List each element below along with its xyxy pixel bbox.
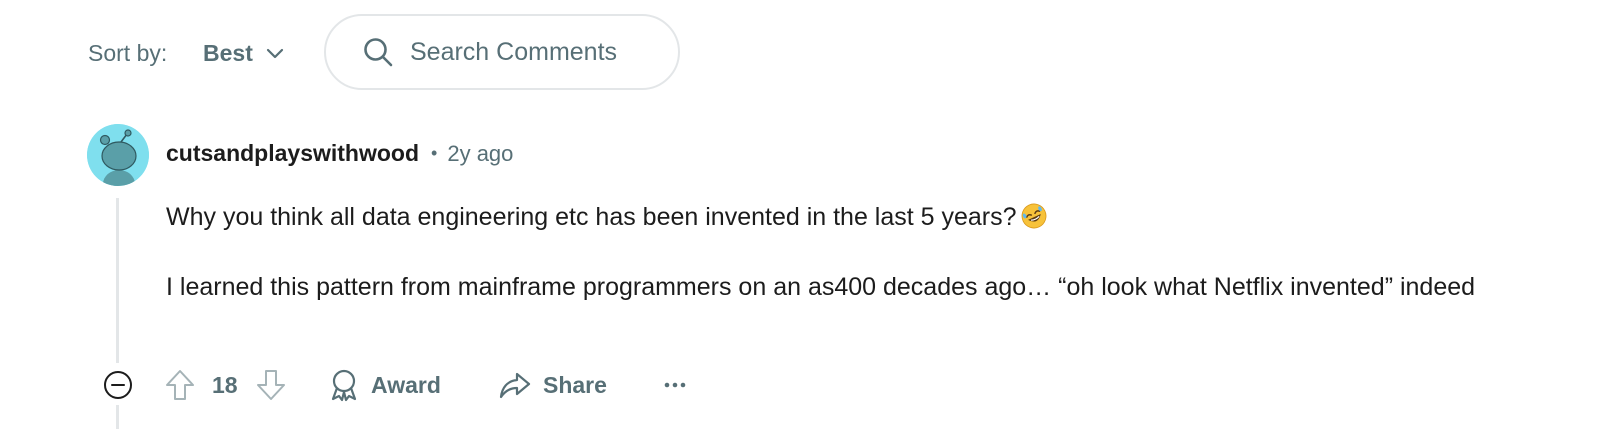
search-comments-box[interactable] [324, 14, 680, 90]
upvote-icon[interactable] [164, 368, 196, 402]
search-input[interactable] [410, 37, 660, 67]
share-button[interactable]: Share [499, 366, 607, 404]
collapse-icon[interactable] [103, 370, 133, 400]
snoo-avatar-icon [87, 124, 149, 186]
sort-selected-value: Best [203, 39, 253, 66]
comment-text: Why you think all data engineering etc h… [166, 203, 1017, 231]
thread-line-continuation[interactable] [116, 405, 119, 429]
comment-timestamp[interactable]: 2y ago [447, 141, 513, 167]
avatar[interactable] [87, 124, 149, 186]
sort-dropdown[interactable]: Best [203, 38, 285, 68]
meta-separator: • [431, 143, 438, 163]
award-button[interactable]: Award [329, 366, 441, 404]
share-label: Share [543, 371, 607, 398]
more-options-icon[interactable] [660, 372, 690, 398]
award-icon [331, 369, 357, 402]
comments-section: Sort by: Best Search Comments cutsandpla… [0, 0, 1605, 429]
comment-meta: cutsandplayswithwood • 2y ago [166, 140, 513, 167]
award-label: Award [371, 371, 441, 398]
search-icon [362, 36, 394, 68]
laughing-emoji-icon [1021, 203, 1046, 229]
downvote-icon[interactable] [255, 368, 287, 402]
comment-author[interactable]: cutsandplayswithwood [166, 140, 419, 167]
vote-score: 18 [212, 372, 238, 398]
comment-body: Why you think all data engineering etc h… [166, 198, 1496, 338]
thread-line[interactable] [116, 198, 119, 363]
comment-paragraph: Why you think all data engineering etc h… [166, 198, 1496, 237]
share-icon [499, 372, 531, 399]
chevron-down-icon [266, 48, 283, 59]
sort-label: Sort by: [88, 40, 168, 66]
comment-paragraph: I learned this pattern from mainframe pr… [166, 273, 1476, 301]
